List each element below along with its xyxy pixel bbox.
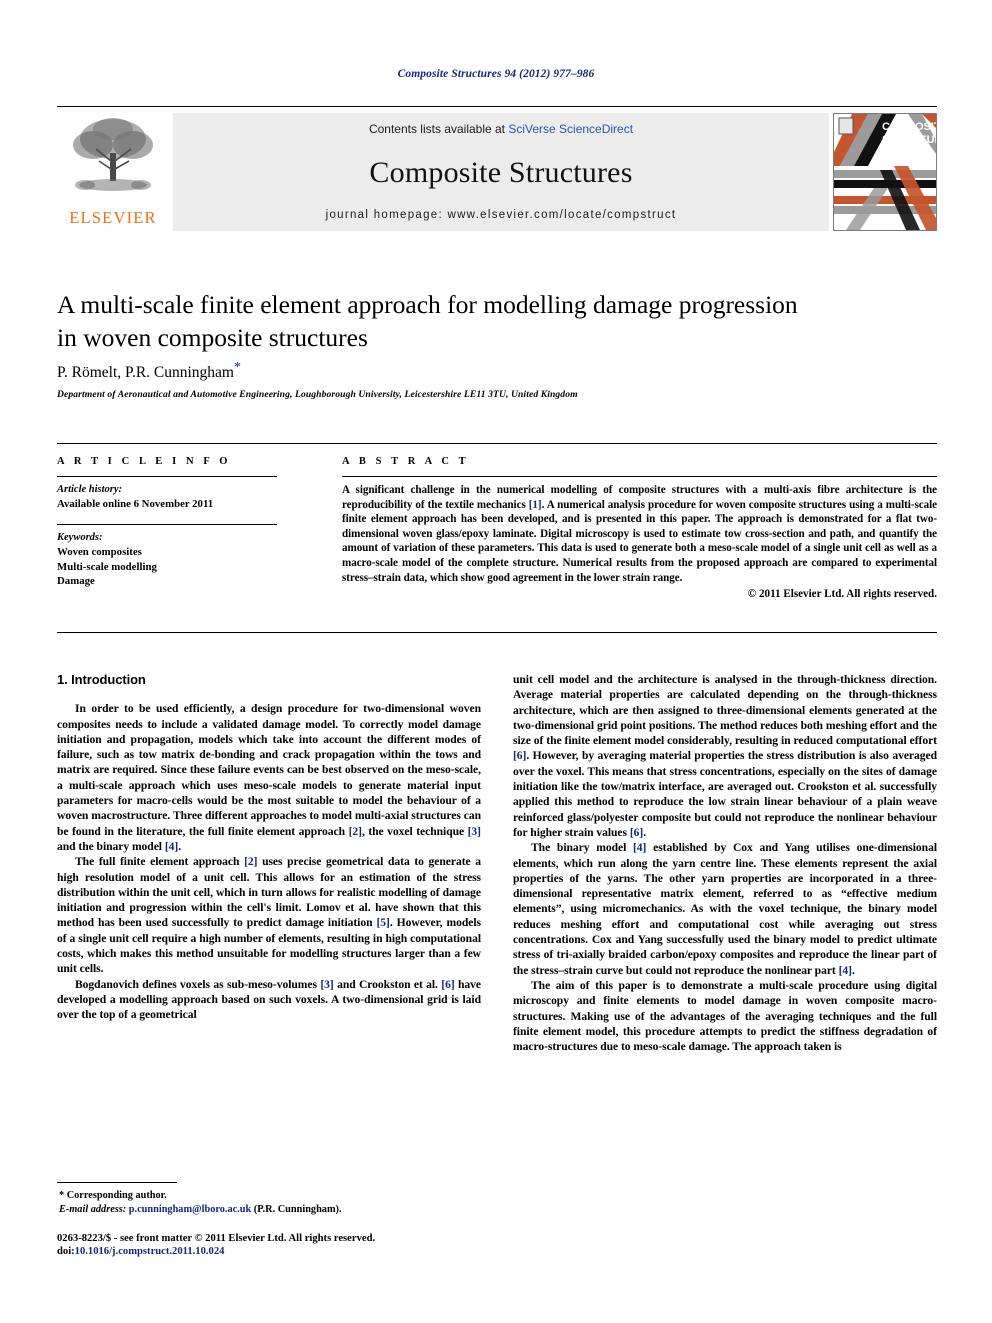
paragraph: Bogdanovich defines voxels as sub-meso-v…	[57, 977, 481, 1022]
elsevier-tree-icon	[73, 118, 153, 191]
paragraph: unit cell model and the architecture is …	[513, 673, 937, 839]
keyword-item: Damage	[57, 575, 95, 588]
article-info-rule-mid	[57, 524, 277, 526]
paragraph: The full finite element approach [2] use…	[57, 855, 481, 976]
section-heading-introduction: 1. Introduction	[57, 672, 146, 687]
title-line-1: A multi-scale finite element approach fo…	[57, 290, 798, 319]
paragraph: The aim of this paper is to demonstrate …	[513, 978, 937, 1054]
corresponding-author-note: * Corresponding author.	[59, 1190, 167, 1201]
article-info-column: A R T I C L E I N F O Article history: A…	[57, 456, 309, 589]
corresponding-author-footnote: * Corresponding author. E-mail address: …	[57, 1182, 481, 1216]
doi-label: doi:	[57, 1246, 75, 1258]
cover-title-line1: COMPOSITE	[882, 121, 936, 133]
email-link[interactable]: p.cunningham@lboro.ac.uk	[129, 1204, 251, 1215]
email-owner: (P.R. Cunningham).	[253, 1203, 342, 1215]
article-history-value: Available online 6 November 2011	[57, 498, 214, 510]
article-info-heading: A R T I C L E I N F O	[57, 456, 232, 467]
keyword-item: Multi-scale modelling	[57, 560, 157, 573]
abstract-text: A significant challenge in the numerical…	[342, 484, 937, 584]
abstract-column: A B S T R A C T A significant challenge …	[342, 456, 937, 600]
elsevier-logo: ELSEVIER	[57, 113, 169, 231]
abstract-heading: A B S T R A C T	[342, 456, 470, 467]
elsevier-wordmark: ELSEVIER	[69, 208, 157, 227]
journal-article-page: Composite Structures 94 (2012) 977–986 E…	[0, 0, 992, 1323]
issn-copyright-line: 0263-8223/$ - see front matter © 2011 El…	[57, 1233, 376, 1244]
article-info-abstract-block: A R T I C L E I N F O Article history: A…	[57, 443, 937, 633]
sciencedirect-link[interactable]: SciVerse ScienceDirect	[508, 122, 633, 136]
contents-list-line: Contents lists available at SciVerse Sci…	[369, 122, 633, 136]
keywords-label: Keywords:	[57, 532, 103, 544]
author-names: P. Römelt, P.R. Cunningham	[57, 364, 234, 382]
author-list: P. Römelt, P.R. Cunningham*	[57, 360, 937, 382]
email-note: E-mail address: p.cunningham@lboro.ac.uk…	[57, 1203, 481, 1217]
article-history-label: Article history:	[57, 484, 123, 495]
page-title: A multi-scale finite element approach fo…	[57, 288, 937, 354]
journal-homepage-link[interactable]: journal homepage: www.elsevier.com/locat…	[326, 209, 677, 221]
corresponding-author-marker: *	[234, 360, 241, 375]
body-column-left: 1. Introduction In order to be used effi…	[57, 672, 481, 1023]
doi-line: doi:10.1016/j.compstruct.2011.10.024	[57, 1245, 557, 1258]
paragraph: The binary model [4] established by Cox …	[513, 841, 937, 977]
contents-prefix: Contents lists available at	[368, 122, 509, 136]
body-column-right: unit cell model and the architecture is …	[513, 672, 937, 1054]
running-head: Composite Structures 94 (2012) 977–986	[397, 68, 595, 80]
email-label: E-mail address:	[59, 1203, 127, 1215]
abstract-copyright: © 2011 Elsevier Ltd. All rights reserved…	[747, 588, 937, 601]
footnote-rule	[57, 1182, 177, 1183]
doi-link[interactable]: 10.1016/j.compstruct.2011.10.024	[75, 1246, 225, 1257]
article-info-rule-top	[57, 476, 277, 477]
journal-title: Composite Structures	[369, 155, 633, 189]
title-line-2: in woven composite structures	[57, 323, 368, 352]
keyword-item: Woven composites	[57, 546, 142, 559]
journal-masthead: ELSEVIER Contents lists available at Sci…	[57, 106, 937, 231]
affiliation: Department of Aeronautical and Automotiv…	[57, 389, 578, 400]
journal-cover-thumbnail: COMPOSITE STRUCTURES	[833, 113, 937, 231]
abstract-rule	[342, 476, 937, 477]
paragraph: In order to be used efficiently, a desig…	[57, 702, 481, 853]
page-footer: 0263-8223/$ - see front matter © 2011 El…	[57, 1232, 557, 1259]
journal-band: Contents lists available at SciVerse Sci…	[173, 113, 829, 231]
cover-title-line2: STRUCTURES	[882, 134, 936, 146]
cover-artwork-icon: COMPOSITE STRUCTURES	[834, 114, 936, 230]
